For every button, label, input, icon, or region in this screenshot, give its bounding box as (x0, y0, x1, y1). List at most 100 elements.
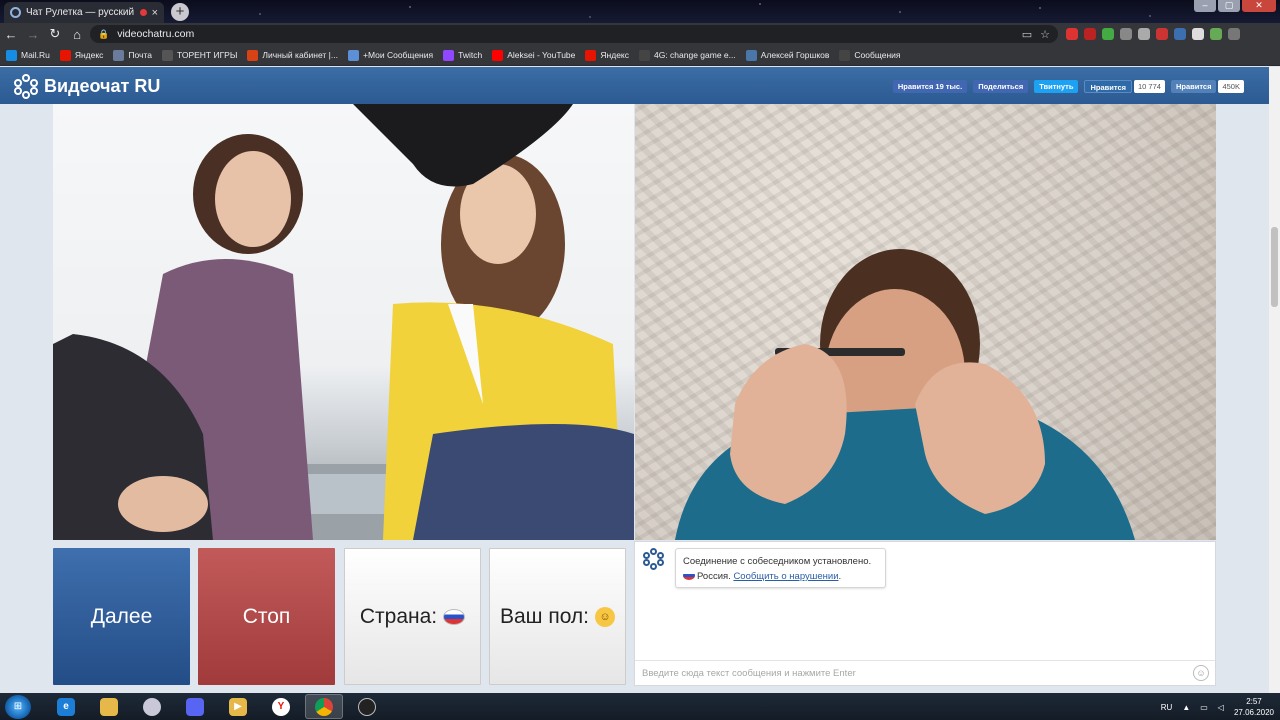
vk-like-button[interactable]: Нравится (1170, 80, 1217, 93)
bookmark-item[interactable]: Яндекс (59, 49, 103, 61)
site-header: Видеочат RU Нравится 19 тыс. Поделиться … (0, 67, 1280, 104)
bookmark-item[interactable]: Яндекс (585, 49, 629, 61)
taskbar-discord[interactable] (176, 694, 214, 719)
url-text[interactable]: videochatru.com (117, 28, 1014, 40)
bookmark-item[interactable]: Сообщения (839, 49, 901, 61)
bookmark-favicon-icon (639, 49, 650, 61)
start-button[interactable]: ⊞ (5, 694, 31, 719)
partner-video (53, 104, 634, 540)
bookmark-item[interactable]: Aleksei - YouTube (492, 49, 576, 61)
ok-like-count: 10 774 (1134, 80, 1165, 93)
partner-video-frame (53, 104, 634, 540)
bookmark-favicon-icon (162, 49, 174, 61)
cast-icon[interactable]: ▭ (1022, 28, 1032, 41)
home-icon[interactable]: ⌂ (66, 27, 88, 42)
extension-icon[interactable] (1084, 28, 1096, 40)
tab-close-icon[interactable]: × (152, 7, 158, 19)
bookmark-label: Aleksei - YouTube (507, 50, 576, 60)
lock-icon[interactable]: 🔒 (98, 29, 109, 40)
volume-icon[interactable]: ◁ (1218, 703, 1224, 712)
tab-strip-background (0, 0, 1280, 23)
country-select-button[interactable]: Страна: (344, 548, 481, 685)
chrome-icon (315, 697, 333, 716)
taskbar-obs[interactable] (348, 694, 386, 719)
clock-date: 27.06.2020 (1233, 708, 1274, 717)
taskbar-apps: e ▶ Y (47, 694, 386, 719)
bookmark-favicon-icon (745, 49, 757, 61)
bookmark-star-icon[interactable]: ☆ (1040, 28, 1050, 41)
bookmark-item[interactable]: Личный кабинет |... (247, 49, 338, 61)
taskbar-ie[interactable]: e (47, 694, 85, 719)
menu-dots-icon[interactable] (1228, 28, 1240, 40)
new-tab-button[interactable]: + (171, 3, 189, 21)
browser-tab-active[interactable]: Чат Рулетка — русский ви... × (4, 2, 164, 23)
close-window-button[interactable]: ✕ (1242, 0, 1276, 12)
bookmark-item[interactable]: Twitch (443, 49, 482, 61)
facebook-like-button[interactable]: Нравится 19 тыс. (892, 80, 968, 93)
ok-like-button[interactable]: Нравится (1084, 80, 1132, 93)
bookmark-item[interactable]: 4G: change game e... (639, 49, 736, 61)
extension-icon[interactable] (1066, 28, 1078, 40)
extension-icon[interactable] (1156, 28, 1168, 40)
facebook-share-button[interactable]: Поделиться (973, 80, 1029, 93)
system-message: Соединение с собеседником установлено. Р… (675, 548, 886, 588)
bookmark-item[interactable]: ТОРЕНТ ИГРЫ (162, 49, 237, 61)
chat-message-input[interactable]: Введите сюда текст сообщения и нажмите E… (635, 660, 1215, 685)
emoji-icon[interactable]: ☺ (1193, 665, 1209, 681)
bookmark-item[interactable]: Алексей Горшков (745, 49, 829, 61)
system-message-text: Соединение с собеседником установлено. (683, 556, 872, 567)
extension-icon[interactable] (1174, 28, 1186, 40)
system-tray: RU ▲ ▭ ◁ 2:57 27.06.2020 (1161, 696, 1274, 718)
taskbar-yandex[interactable]: Y (262, 694, 300, 719)
tray-expand-icon[interactable]: ▲ (1182, 703, 1190, 712)
scrollbar-thumb[interactable] (1271, 227, 1278, 307)
partner-country: Россия. (697, 571, 731, 582)
internet-explorer-icon: e (57, 697, 75, 716)
reload-icon[interactable]: ↻ (44, 26, 66, 42)
bookmark-favicon-icon (6, 49, 17, 61)
profile-avatar-icon[interactable] (1210, 28, 1222, 40)
clock-time: 2:57 (1246, 697, 1262, 706)
taskbar-app[interactable] (133, 694, 171, 719)
site-favicon-icon (10, 7, 21, 18)
bookmark-item[interactable]: Mail.Ru (6, 49, 50, 61)
network-icon[interactable]: ▭ (1200, 703, 1208, 712)
extension-icon[interactable] (1138, 28, 1150, 40)
system-avatar-icon (643, 548, 665, 570)
taskbar-chrome[interactable] (305, 694, 343, 719)
minimize-button[interactable]: – (1194, 0, 1216, 12)
bookmark-item[interactable]: Почта (113, 49, 152, 61)
obs-icon (358, 697, 376, 716)
taskbar-explorer[interactable] (90, 694, 128, 719)
app-icon (143, 697, 161, 716)
bookmark-favicon-icon (59, 49, 71, 61)
address-bar[interactable]: 🔒 videochatru.com ▭ ☆ (90, 25, 1058, 43)
back-arrow-icon[interactable]: ← (0, 27, 22, 42)
report-link-suffix: . (838, 571, 842, 582)
self-video (635, 104, 1216, 540)
twitter-tweet-button[interactable]: Твитнуть (1034, 80, 1079, 93)
forward-arrow-icon[interactable]: → (22, 27, 44, 42)
chat-input-placeholder: Введите сюда текст сообщения и нажмите E… (642, 667, 856, 679)
report-violation-link[interactable]: Сообщить о нарушении (733, 571, 838, 582)
maximize-button[interactable]: ▢ (1218, 0, 1240, 12)
bookmark-item[interactable]: +Мои Сообщения (347, 49, 433, 61)
media-player-icon: ▶ (229, 697, 247, 716)
bookmark-favicon-icon (113, 49, 125, 61)
extensions-puzzle-icon[interactable] (1192, 28, 1204, 40)
page-scrollbar[interactable] (1269, 67, 1280, 693)
site-logo[interactable]: Видеочат RU (14, 74, 160, 99)
stop-button[interactable]: Стоп (198, 548, 335, 685)
country-label: Страна: (359, 604, 438, 628)
extension-icon[interactable] (1120, 28, 1132, 40)
self-video-frame (675, 249, 1135, 540)
next-button[interactable]: Далее (53, 548, 190, 685)
gender-select-button[interactable]: Ваш пол: ☺ (489, 548, 626, 685)
taskbar-media[interactable]: ▶ (219, 694, 257, 719)
clock[interactable]: 2:57 27.06.2020 (1234, 696, 1274, 718)
gender-label: Ваш пол: (499, 604, 590, 628)
bookmarks-bar: Mail.Ru Яндекс Почта ТОРЕНТ ИГРЫ Личный … (0, 45, 1280, 66)
language-indicator[interactable]: RU (1161, 703, 1173, 712)
extension-icon[interactable] (1102, 28, 1114, 40)
bookmark-favicon-icon (839, 49, 851, 61)
